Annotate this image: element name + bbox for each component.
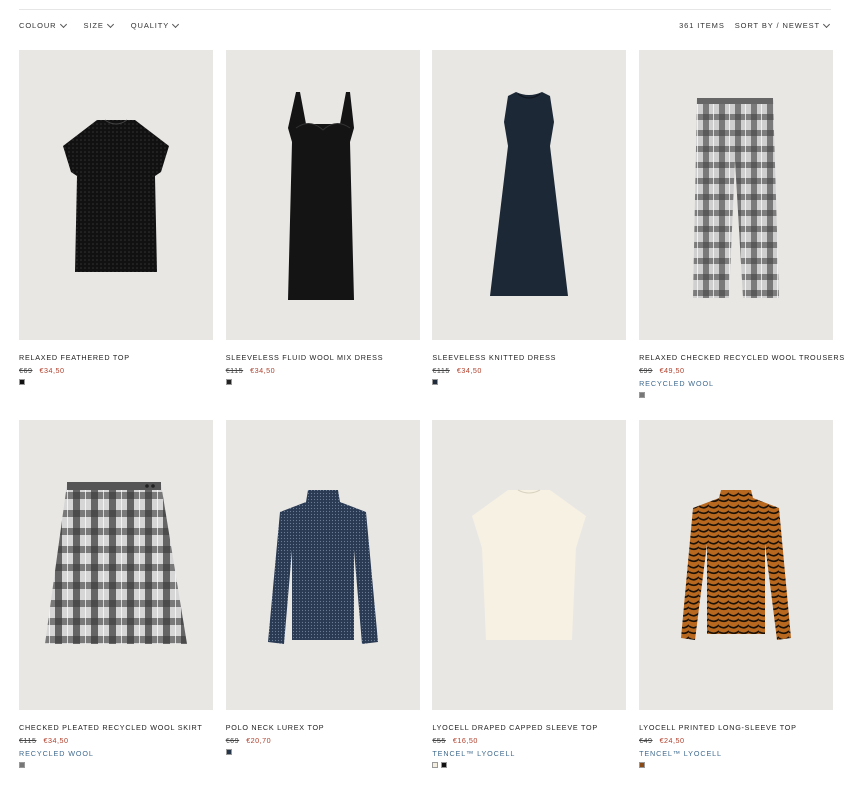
product-name[interactable]: SLEEVELESS KNITTED DRESS bbox=[432, 353, 626, 362]
chevron-down-icon bbox=[59, 20, 67, 28]
sale-price: €34,50 bbox=[250, 366, 276, 375]
product-name[interactable]: LYOCELL PRINTED LONG-SLEEVE TOP bbox=[639, 723, 833, 732]
colour-swatch[interactable] bbox=[225, 749, 232, 755]
original-price: €69 bbox=[19, 366, 33, 375]
quality-filter[interactable]: QUALITY bbox=[130, 20, 180, 30]
quality-label[interactable]: TENCEL™ LYOCELL bbox=[432, 749, 626, 758]
product-card[interactable]: RELAXED CHECKED RECYCLED WOOL TROUSERS €… bbox=[639, 50, 844, 420]
chevron-down-icon bbox=[106, 20, 114, 28]
size-filter[interactable]: SIZE bbox=[83, 20, 114, 30]
chevron-down-icon bbox=[822, 20, 831, 28]
product-image[interactable] bbox=[432, 420, 627, 710]
result-controls: 361 ITEMS SORT BY / NEWEST bbox=[679, 20, 831, 30]
price-row: €49 €24,50 bbox=[639, 736, 833, 745]
colour-swatch[interactable] bbox=[441, 762, 448, 768]
sale-price: €20,70 bbox=[246, 736, 272, 745]
colour-swatches bbox=[225, 379, 420, 385]
colour-swatches bbox=[639, 392, 833, 398]
product-name[interactable]: RELAXED CHECKED RECYCLED WOOL TROUSERS bbox=[639, 353, 844, 362]
items-count: 361 ITEMS bbox=[679, 21, 725, 30]
colour-swatches bbox=[432, 379, 626, 385]
product-card[interactable]: SLEEVELESS FLUID WOOL MIX DRESS €115 €34… bbox=[225, 50, 420, 420]
product-image[interactable] bbox=[19, 50, 213, 340]
price-row: €115 €34,50 bbox=[226, 366, 420, 375]
product-name[interactable]: CHECKED PLEATED RECYCLED WOOL SKIRT bbox=[19, 723, 213, 732]
top-divider bbox=[19, 9, 831, 10]
quality-label[interactable]: RECYCLED WOOL bbox=[19, 749, 213, 758]
product-card[interactable]: LYOCELL PRINTED LONG-SLEEVE TOP €49 €24,… bbox=[639, 420, 834, 790]
sale-price: €16,50 bbox=[452, 736, 478, 745]
quality-label[interactable]: TENCEL™ LYOCELL bbox=[639, 749, 833, 758]
colour-filter[interactable]: COLOUR bbox=[19, 20, 67, 30]
colour-swatch[interactable] bbox=[639, 392, 646, 398]
product-image[interactable] bbox=[225, 50, 420, 340]
product-grid: RELAXED FEATHERED TOP €69 €34,50 SLEEVEL… bbox=[19, 50, 844, 790]
colour-swatch[interactable] bbox=[19, 762, 25, 768]
product-card[interactable]: SLEEVELESS KNITTED DRESS €115 €34,50 bbox=[432, 50, 627, 420]
product-image[interactable] bbox=[639, 50, 834, 340]
size-filter-label: SIZE bbox=[83, 21, 104, 30]
colour-swatch[interactable] bbox=[225, 379, 232, 385]
sale-price: €34,50 bbox=[43, 736, 69, 745]
product-card[interactable]: POLO NECK LUREX TOP €69 €20,70 bbox=[225, 420, 420, 790]
colour-swatches bbox=[432, 762, 626, 768]
price-row: €69 €20,70 bbox=[226, 736, 420, 745]
colour-filter-label: COLOUR bbox=[19, 21, 57, 30]
price-row: €99 €49,50 bbox=[639, 366, 833, 375]
price-row: €115 €34,50 bbox=[432, 366, 626, 375]
product-name[interactable]: RELAXED FEATHERED TOP bbox=[19, 353, 213, 362]
sort-label: SORT BY / NEWEST bbox=[734, 21, 820, 30]
product-card[interactable]: LYOCELL DRAPED CAPPED SLEEVE TOP €55 €16… bbox=[432, 420, 627, 790]
sort-dropdown[interactable]: SORT BY / NEWEST bbox=[734, 20, 831, 30]
colour-swatches bbox=[19, 762, 213, 768]
colour-swatches bbox=[19, 379, 213, 385]
sale-price: €24,50 bbox=[659, 736, 685, 745]
original-price: €115 bbox=[19, 736, 37, 745]
original-price: €49 bbox=[639, 736, 653, 745]
sale-price: €34,50 bbox=[39, 366, 65, 375]
colour-swatches bbox=[225, 749, 420, 755]
original-price: €115 bbox=[432, 366, 450, 375]
product-image[interactable] bbox=[639, 420, 834, 710]
colour-swatch[interactable] bbox=[639, 762, 646, 768]
price-row: €69 €34,50 bbox=[19, 366, 213, 375]
sale-price: €34,50 bbox=[456, 366, 482, 375]
colour-swatch[interactable] bbox=[432, 762, 439, 768]
chevron-down-icon bbox=[172, 20, 180, 28]
product-card[interactable]: RELAXED FEATHERED TOP €69 €34,50 bbox=[19, 50, 213, 420]
original-price: €115 bbox=[225, 366, 244, 375]
colour-swatch[interactable] bbox=[432, 379, 439, 385]
product-name[interactable]: LYOCELL DRAPED CAPPED SLEEVE TOP bbox=[432, 723, 626, 732]
colour-swatch[interactable] bbox=[19, 379, 25, 385]
product-card[interactable]: CHECKED PLEATED RECYCLED WOOL SKIRT €115… bbox=[19, 420, 213, 790]
price-row: €115 €34,50 bbox=[19, 736, 213, 745]
original-price: €99 bbox=[639, 366, 653, 375]
colour-swatches bbox=[639, 762, 833, 768]
quality-label[interactable]: RECYCLED WOOL bbox=[639, 379, 833, 388]
quality-filter-label: QUALITY bbox=[130, 21, 170, 30]
price-row: €55 €16,50 bbox=[432, 736, 626, 745]
product-name[interactable]: SLEEVELESS FLUID WOOL MIX DRESS bbox=[226, 353, 420, 362]
product-image[interactable] bbox=[19, 420, 213, 710]
original-price: €69 bbox=[225, 736, 240, 745]
sale-price: €49,50 bbox=[659, 366, 685, 375]
product-image[interactable] bbox=[432, 50, 627, 340]
original-price: €55 bbox=[432, 736, 446, 745]
product-name[interactable]: POLO NECK LUREX TOP bbox=[226, 723, 420, 732]
product-image[interactable] bbox=[225, 420, 420, 710]
filter-bar: COLOUR SIZE QUALITY bbox=[19, 20, 180, 30]
